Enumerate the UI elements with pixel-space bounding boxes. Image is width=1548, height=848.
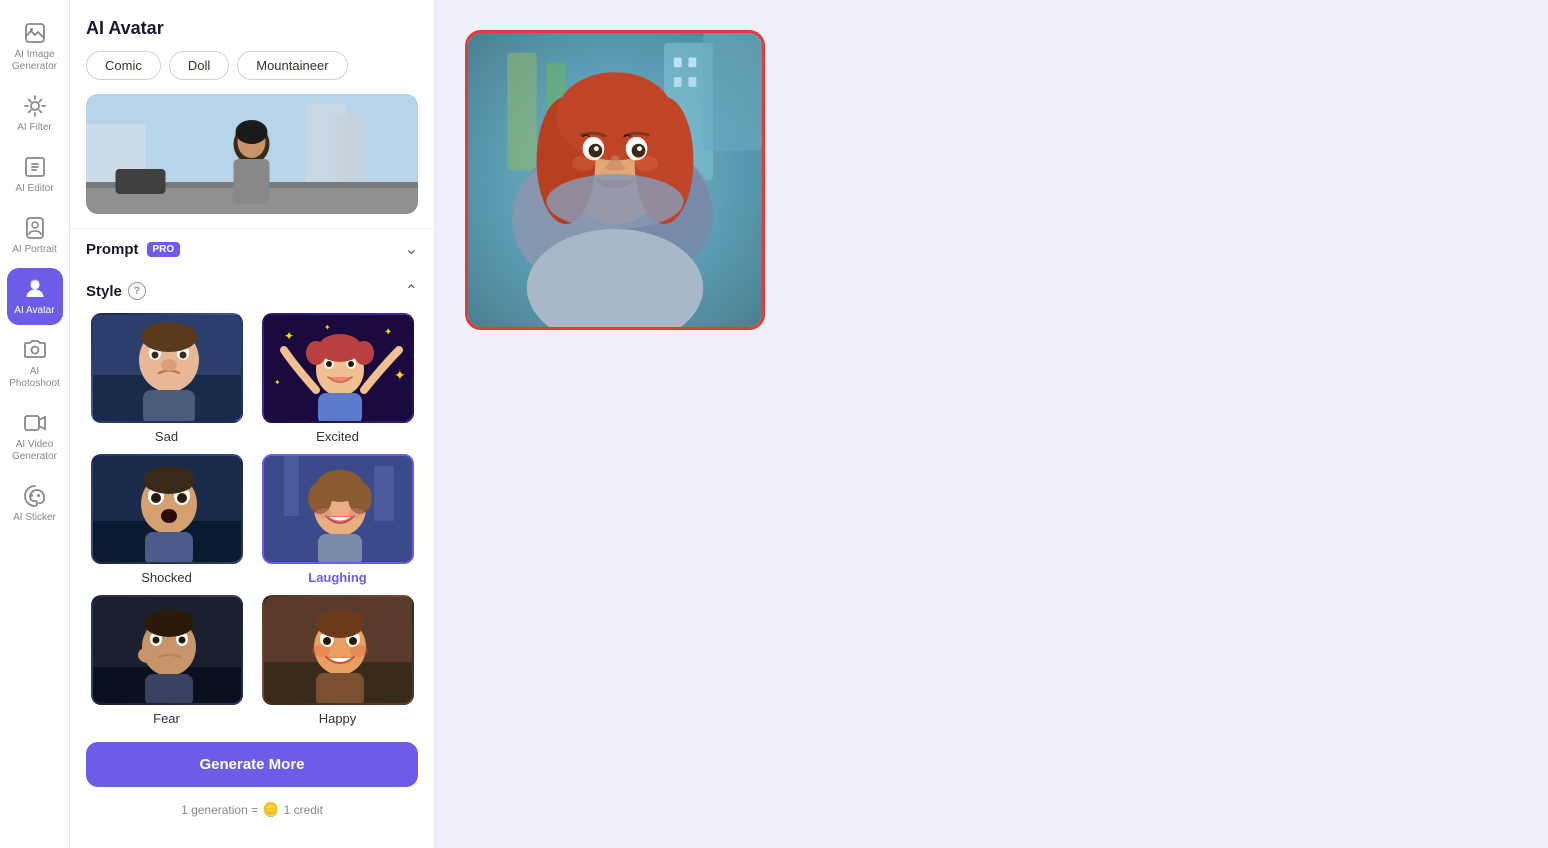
portrait-icon [22,215,48,241]
sidebar-item-ai-portrait[interactable]: AI Portrait [7,207,63,264]
style-label-shocked: Shocked [141,570,192,585]
sidebar-item-label-ai-sticker: AI Sticker [13,512,56,524]
style-item-sad[interactable]: Sad [86,313,247,444]
avatar-icon [22,276,48,302]
generate-more-button[interactable]: Generate More [86,742,418,787]
uploaded-photo [86,94,418,214]
filter-icon [22,93,48,119]
sidebar-item-label-ai-portrait: AI Portrait [12,244,56,256]
svg-text:✦: ✦ [284,329,294,343]
style-thumb-shocked [91,454,243,564]
sidebar-item-ai-image-generator[interactable]: AI Image Generator [7,12,63,81]
pro-badge: PRO [147,242,181,257]
style-header: Style ? ⌃ [86,281,418,301]
main-content [435,0,1548,848]
panel-title: AI Avatar [70,0,434,51]
prompt-label: Prompt PRO [86,241,180,258]
sidebar-item-label-ai-photoshoot: AI Photoshoot [9,366,60,390]
style-label-laughing: Laughing [308,570,367,585]
credit-info: 1 generation = 🪙 1 credit [70,795,434,830]
svg-text:✦: ✦ [274,378,281,387]
sidebar-item-label-ai-video: AI Video Generator [11,439,59,463]
style-grid: Sad ✦ ✦ ✦ ✦ ✦ [70,313,434,726]
sticker-icon [22,483,48,509]
style-label-fear: Fear [153,711,180,726]
style-thumb-fear [91,595,243,705]
sidebar-item-ai-video-generator[interactable]: AI Video Generator [7,402,63,471]
chip-mountaineer[interactable]: Mountaineer [237,51,347,80]
sidebar-item-ai-photoshoot[interactable]: AI Photoshoot [7,329,63,398]
result-image-container [465,30,765,330]
style-item-shocked[interactable]: Shocked [86,454,247,585]
style-item-excited[interactable]: ✦ ✦ ✦ ✦ ✦ [257,313,418,444]
style-chevron-up-icon[interactable]: ⌃ [405,281,418,301]
editor-icon [22,154,48,180]
style-label-sad: Sad [155,429,178,444]
svg-text:✦: ✦ [394,367,406,383]
result-image [468,33,762,327]
credit-coin-icon: 🪙 [262,801,279,818]
style-item-happy[interactable]: Happy [257,595,418,726]
sidebar-item-label-ai-avatar: AI Avatar [14,305,54,317]
sidebar-item-ai-filter[interactable]: AI Filter [7,85,63,142]
sidebar-item-ai-editor[interactable]: AI Editor [7,146,63,203]
style-title: Style ? [86,282,146,300]
style-help-icon[interactable]: ? [128,282,146,300]
generate-btn-wrap: Generate More [70,726,434,795]
style-thumb-happy [262,595,414,705]
style-item-laughing[interactable]: Laughing [257,454,418,585]
style-label-excited: Excited [316,429,359,444]
sidebar-item-ai-avatar[interactable]: AI Avatar [7,268,63,325]
style-thumb-sad [91,313,243,423]
svg-text:✦: ✦ [384,327,392,338]
style-item-fear[interactable]: Fear [86,595,247,726]
svg-text:✦: ✦ [324,323,331,332]
video-icon [22,410,48,436]
sidebar-item-label-ai-image-generator: AI Image Generator [11,49,59,73]
style-section: Style ? ⌃ [70,269,434,313]
photoshoot-icon [22,337,48,363]
style-thumb-laughing [262,454,414,564]
chip-doll[interactable]: Doll [169,51,229,80]
prompt-chevron-down-icon[interactable]: ⌄ [405,239,418,259]
sidebar-item-label-ai-filter: AI Filter [17,122,51,134]
image-gen-icon [22,20,48,46]
credit-text-after: 1 credit [284,803,323,817]
panel-sidebar: AI Avatar Comic Doll Mountaineer [70,0,435,848]
style-thumb-excited: ✦ ✦ ✦ ✦ ✦ [262,313,414,423]
credit-text-before: 1 generation = [181,803,258,817]
prompt-text: Prompt [86,241,139,258]
sidebar-item-ai-sticker[interactable]: AI Sticker [7,475,63,532]
style-chips-row: Comic Doll Mountaineer [70,51,434,94]
style-label-happy: Happy [319,711,357,726]
sidebar-item-label-ai-editor: AI Editor [15,183,53,195]
style-label-text: Style [86,283,122,300]
icon-sidebar: AI Image Generator AI Filter AI Editor [0,0,70,848]
prompt-row[interactable]: Prompt PRO ⌄ [70,228,434,269]
chip-comic[interactable]: Comic [86,51,161,80]
